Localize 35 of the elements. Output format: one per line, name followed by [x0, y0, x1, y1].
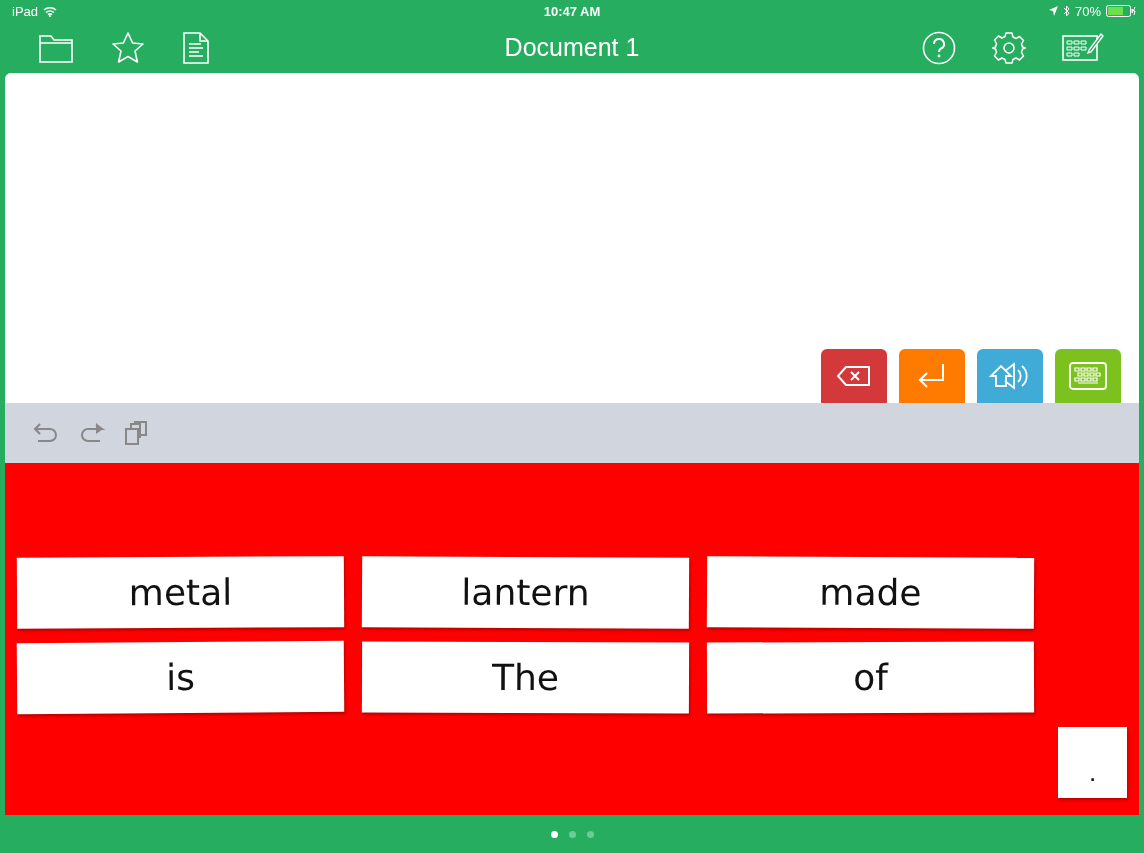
shift-speaker-icon — [989, 361, 1031, 391]
wifi-icon — [43, 5, 58, 17]
help-icon[interactable] — [922, 30, 956, 65]
punctuation-tile[interactable]: . — [1058, 727, 1127, 798]
keyboard-icon — [1069, 362, 1107, 390]
settings-icon[interactable] — [992, 30, 1026, 65]
word-tile[interactable]: made — [706, 556, 1035, 629]
status-time: 10:47 AM — [543, 3, 601, 19]
word-tile[interactable]: lantern — [361, 556, 690, 629]
document-title: Document 1 — [504, 33, 640, 62]
document-area[interactable] — [5, 73, 1139, 403]
word-tile[interactable]: of — [706, 641, 1035, 714]
document-icon[interactable] — [183, 31, 209, 64]
folder-icon[interactable] — [39, 32, 73, 63]
backspace-icon — [836, 364, 872, 388]
battery-icon — [1106, 5, 1136, 17]
word-tile[interactable]: is — [16, 640, 345, 715]
star-icon[interactable] — [111, 31, 145, 64]
keyboard-edit-icon[interactable] — [1062, 32, 1104, 63]
page-dot[interactable] — [586, 830, 594, 838]
delete-button[interactable] — [821, 349, 887, 403]
word-tile[interactable]: The — [361, 641, 690, 714]
location-arrow-icon — [1048, 6, 1058, 16]
keyboard-button[interactable] — [1055, 349, 1121, 403]
copy-icon[interactable] — [125, 421, 147, 445]
battery-percent: 70% — [1074, 3, 1101, 19]
redo-icon[interactable] — [79, 422, 105, 444]
word-tile[interactable]: metal — [16, 556, 345, 629]
speak-button[interactable] — [977, 349, 1043, 403]
device-name: iPad — [12, 3, 39, 19]
undo-icon[interactable] — [33, 422, 59, 444]
enter-button[interactable] — [899, 349, 965, 403]
page-dot[interactable] — [568, 830, 576, 838]
page-dot[interactable] — [550, 830, 558, 838]
bluetooth-icon — [1062, 5, 1070, 17]
